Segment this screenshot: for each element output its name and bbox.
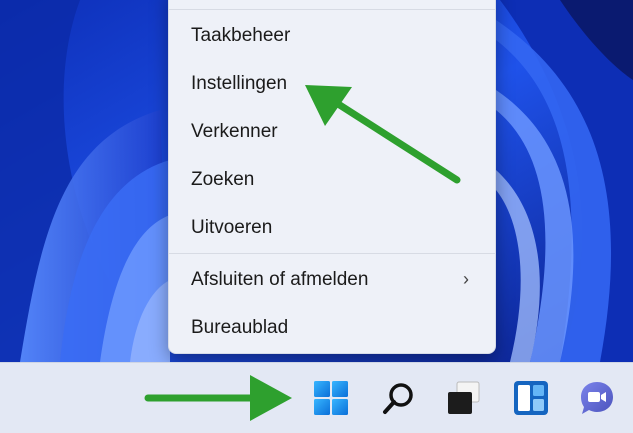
menu-separator bbox=[169, 253, 495, 254]
windows-start-icon[interactable] bbox=[312, 379, 350, 417]
winx-context-menu: Taakbeheer Instellingen Verkenner Zoeken… bbox=[168, 0, 496, 354]
menu-item-verkenner[interactable]: Verkenner bbox=[191, 120, 278, 144]
task-view-icon[interactable] bbox=[445, 379, 483, 417]
menu-item-afsluiten[interactable]: Afsluiten of afmelden bbox=[191, 268, 368, 292]
menu-item-zoeken[interactable]: Zoeken bbox=[191, 168, 254, 192]
teams-chat-icon[interactable] bbox=[578, 379, 616, 417]
menu-item-instellingen[interactable]: Instellingen bbox=[191, 72, 287, 96]
menu-item-taakbeheer[interactable]: Taakbeheer bbox=[191, 24, 290, 48]
menu-item-uitvoeren[interactable]: Uitvoeren bbox=[191, 216, 272, 240]
taskbar bbox=[0, 362, 633, 433]
widgets-icon[interactable] bbox=[512, 379, 550, 417]
chevron-right-icon: › bbox=[463, 269, 469, 289]
menu-item-bureaublad[interactable]: Bureaublad bbox=[191, 316, 288, 340]
menu-separator bbox=[169, 9, 495, 10]
search-icon[interactable] bbox=[380, 379, 418, 417]
